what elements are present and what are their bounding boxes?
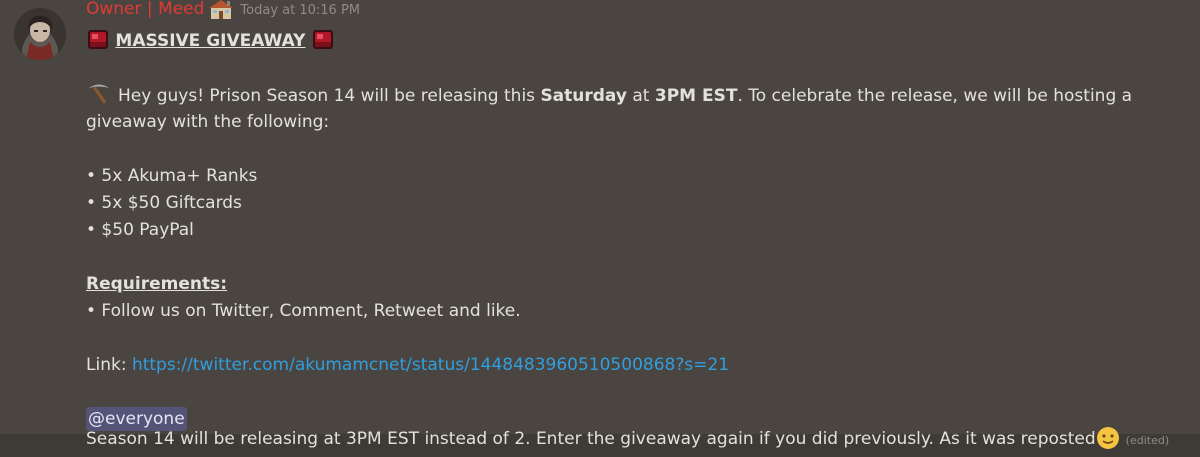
requirements-heading-line: Requirements: [86,271,1186,298]
intro-day: Saturday [540,86,627,106]
timestamp: Today at 10:16 PM [240,2,360,18]
followup-message: Season 14 will be releasing at 3PM EST i… [0,427,1200,457]
edited-label: (edited) [1125,434,1170,447]
intro-time: 3PM EST [654,86,738,106]
prize-item: • 5x $50 Giftcards [86,193,242,213]
title: MASSIVE GIVEAWAY [115,31,306,51]
intro-text: Hey guys! Prison Season 14 will be relea… [118,86,541,106]
followup-text: Season 14 will be releasing at 3PM EST i… [86,429,1096,449]
avatar[interactable] [14,8,66,60]
followup-line: Season 14 will be releasing at 3PM EST i… [86,426,1169,454]
intro-line-2: giveaway with the following: [86,109,1186,136]
intro-suffix: . To celebrate the release, we will be h… [737,86,1133,106]
chat-window: Owner | Meed Today at 10:16 PM MASSIVE G… [0,0,1200,457]
link-label: Link: [86,355,132,375]
pick-icon [86,82,112,106]
ruby-icon [311,28,335,50]
slightly-smiling-face-icon [1096,426,1120,450]
intro-suffix-2: giveaway with the following: [86,112,330,132]
author-name[interactable]: Owner | Meed [86,0,204,20]
avatar-image [14,8,66,60]
ruby-icon [86,28,110,50]
intro-line-1: Hey guys! Prison Season 14 will be relea… [86,82,1186,109]
prize-item: • 5x Akuma+ Ranks [86,166,258,186]
requirements-heading: Requirements: [86,274,228,294]
message-header: Owner | Meed Today at 10:16 PM [86,0,360,24]
link-line: Link: https://twitter.com/akumamcnet/sta… [86,352,1186,379]
message-body: MASSIVE GIVEAWAY Hey guys! Prison Season… [86,28,1186,433]
title-line: MASSIVE GIVEAWAY [86,28,1186,55]
prize-item: • $50 PayPal [86,220,194,240]
giveaway-link[interactable]: https://twitter.com/akumamcnet/status/14… [132,355,729,375]
house-icon [208,0,234,20]
requirement-item: • Follow us on Twitter, Comment, Retweet… [86,301,521,321]
intro-at: at [626,86,655,106]
